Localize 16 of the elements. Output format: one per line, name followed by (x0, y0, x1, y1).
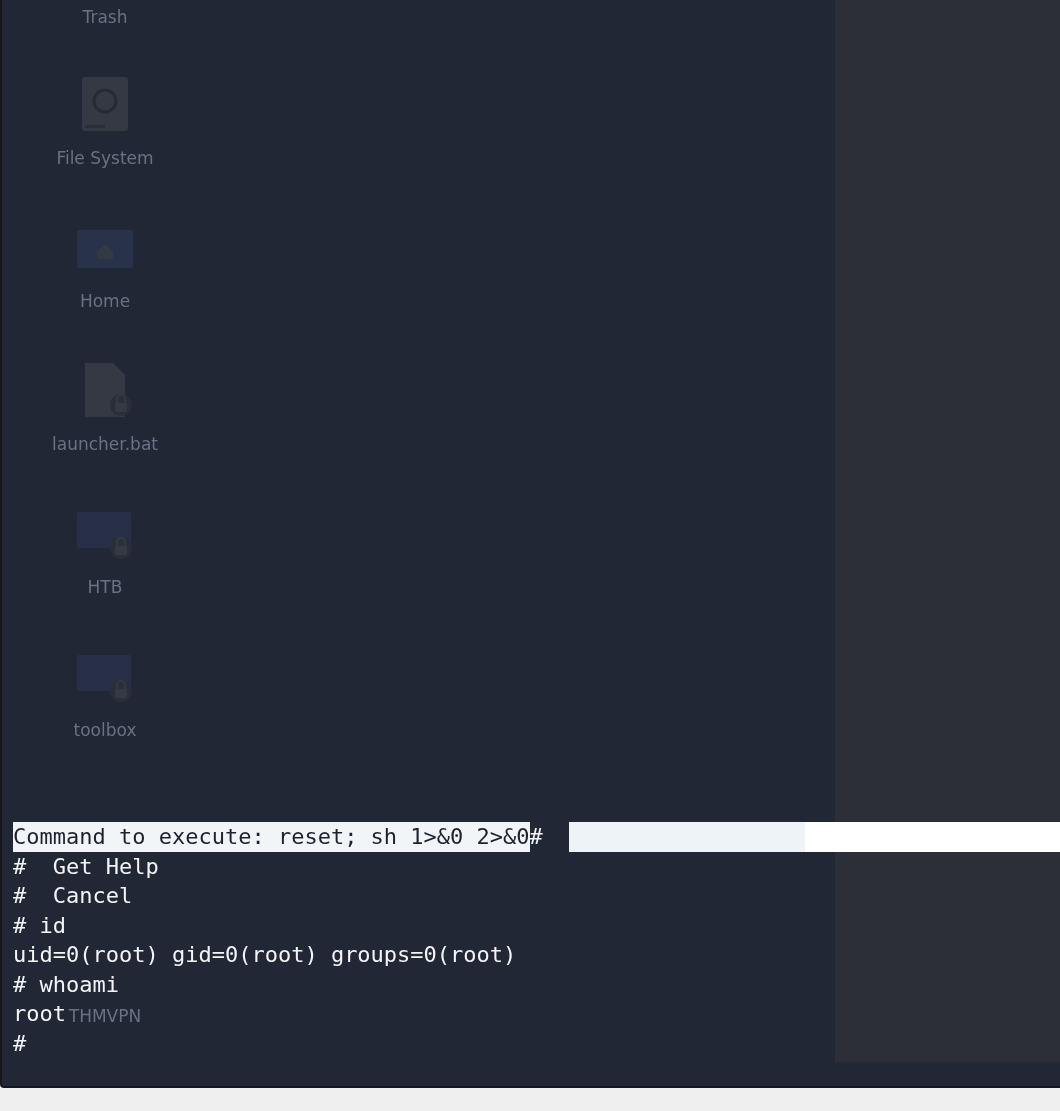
terminal-line: # id (13, 911, 66, 940)
icon-label: Trash (82, 6, 128, 28)
icon-label: Home (79, 290, 131, 312)
terminal-line: # whoami (13, 970, 119, 999)
terminal-line: # Cancel (13, 882, 133, 910)
terminal-line: uid=0(root) gid=0(root) groups=0(root) (13, 941, 517, 969)
icon-label: HTB (87, 576, 123, 598)
icon-label: THMVPN (68, 1005, 142, 1027)
terminal-line: # (13, 1029, 27, 1058)
icon-label: launcher.bat (52, 433, 158, 455)
highlighted-command: Command to execute: reset; sh 1>&0 2>&0 (13, 822, 530, 852)
icon-label: File System (56, 147, 154, 169)
terminal-line: root (13, 1000, 66, 1028)
terminal-line: # Get Help (13, 852, 159, 881)
icon-label: toolbox (73, 719, 137, 741)
terminal-prompt: # (529, 823, 543, 851)
